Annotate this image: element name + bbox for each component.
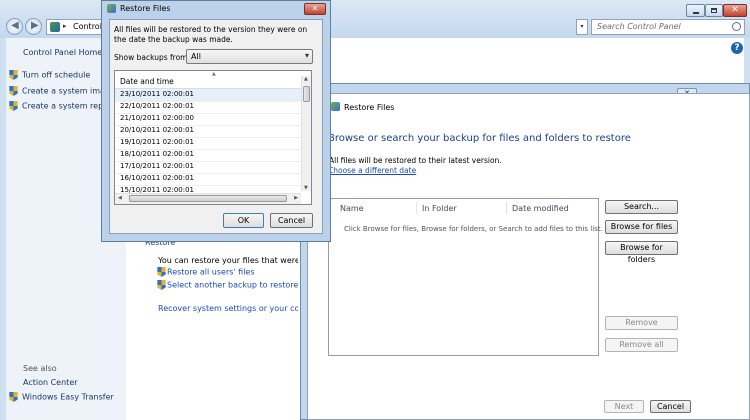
help-icon[interactable]: ? (731, 42, 743, 54)
column-divider (416, 202, 417, 214)
dialog-ok-button[interactable]: OK (223, 213, 264, 228)
back-arrow-icon: ◀ (11, 20, 19, 31)
select-another-backup-link[interactable]: Select another backup to restore files f… (157, 280, 299, 290)
back-button[interactable]: ◀ (6, 18, 23, 35)
scroll-right-icon: ▶ (294, 195, 298, 201)
choose-different-date-link[interactable]: Choose a different date (328, 166, 416, 175)
dialog-icon (107, 4, 116, 13)
browse-folders-button[interactable]: Browse for folders (605, 241, 678, 264)
search-input[interactable]: Search Control Panel (597, 22, 681, 31)
restore-all-users-link[interactable]: Restore all users' files (157, 267, 255, 277)
wizard-subtext: All files will be restored to their late… (329, 156, 502, 165)
control-panel-icon (50, 22, 60, 32)
forward-arrow-icon: ▶ (31, 20, 39, 31)
uac-shield-icon (9, 101, 18, 111)
search-button[interactable]: Search... (605, 200, 678, 214)
sidebar-item-create-system-image[interactable]: Create a system image (9, 86, 115, 96)
restore-description: You can restore your files that were bac… (158, 256, 298, 265)
uac-shield-icon (9, 86, 18, 96)
column-header-in-folder[interactable]: In Folder (422, 204, 457, 213)
wizard-cancel-button[interactable]: Cancel (650, 400, 691, 413)
column-divider (506, 202, 507, 214)
uac-shield-icon (9, 70, 18, 80)
backup-dates-list[interactable]: ▲ Date and time 23/10/2011 02:00:01 22/1… (114, 70, 312, 205)
recover-system-settings-link[interactable]: Recover system settings or your computer (158, 304, 298, 313)
address-dropdown-button[interactable]: ▾ (576, 19, 588, 35)
dialog-cancel-button[interactable]: Cancel (270, 213, 313, 228)
forward-button[interactable]: ▶ (25, 18, 42, 35)
remove-button[interactable]: Remove (605, 316, 678, 330)
next-button[interactable]: Next (604, 400, 644, 413)
horizontal-scrollbar[interactable]: ◀ ▶ (115, 193, 301, 204)
wizard-heading: Browse or search your backup for files a… (328, 133, 631, 144)
easy-transfer-icon (9, 392, 18, 402)
see-also-action-center[interactable]: Action Center (23, 378, 78, 387)
uac-shield-icon (157, 280, 166, 290)
minimize-button[interactable] (686, 4, 705, 17)
dialog-title: Restore Files (120, 4, 171, 13)
browse-files-button[interactable]: Browse for files (605, 220, 678, 234)
vertical-scrollbar[interactable]: ▲ ▼ (301, 76, 311, 191)
list-header-date-time: Date and time (120, 77, 174, 86)
breadcrumb-arrow-icon: ▸ (63, 22, 67, 30)
scroll-thumb[interactable] (303, 86, 310, 102)
column-header-name[interactable]: Name (340, 204, 364, 213)
uac-shield-icon (157, 267, 166, 277)
dialog-close-button[interactable]: ✕ (304, 3, 326, 15)
show-backups-value: All (191, 52, 201, 61)
scroll-left-icon: ◀ (118, 195, 122, 201)
search-box[interactable]: Search Control Panel (591, 19, 745, 35)
wizard-title-icon (331, 102, 340, 111)
list-header[interactable]: Date and time (115, 76, 301, 89)
show-backups-label: Show backups from: (114, 53, 190, 62)
wizard-title: Restore Files (344, 103, 395, 112)
remove-all-button[interactable]: Remove all (605, 338, 678, 352)
maximize-button[interactable] (705, 4, 723, 17)
dialog-description: All files will be restored to the versio… (114, 25, 308, 44)
see-also-easy-transfer[interactable]: Windows Easy Transfer (9, 392, 114, 402)
sidebar-home-link[interactable]: Control Panel Home (23, 48, 102, 57)
empty-list-message: Click Browse for files, Browse for folde… (344, 225, 603, 233)
column-header-date-modified[interactable]: Date modified (512, 204, 569, 213)
scroll-up-icon: ▲ (304, 76, 308, 82)
sidebar-item-turn-off-schedule[interactable]: Turn off schedule (9, 70, 90, 80)
close-button[interactable]: ✕ (723, 4, 747, 17)
breadcrumb[interactable]: Control (73, 22, 102, 31)
see-also-heading: See also (23, 364, 57, 373)
file-list[interactable]: Name In Folder Date modified Click Brows… (328, 198, 603, 356)
search-icon (732, 22, 741, 31)
horizontal-scroll-thumb[interactable] (129, 195, 287, 202)
chevron-down-icon: ▾ (304, 51, 309, 60)
address-bar[interactable]: ▸ Control (46, 19, 102, 35)
scroll-down-icon: ▼ (304, 185, 308, 191)
show-backups-select[interactable]: All ▾ (186, 49, 313, 64)
